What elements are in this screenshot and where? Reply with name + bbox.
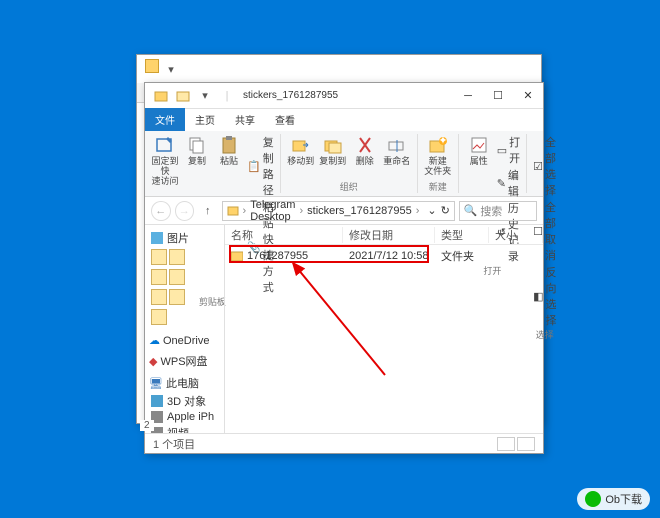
sidebar-item-apple[interactable]: Apple iPh [145, 410, 224, 424]
nav-pane[interactable]: 图片 ☁OneDrive ◆WPS网盘 🖥此电脑 3D 对象 Apple iPh… [145, 225, 225, 433]
copy-icon [186, 134, 208, 156]
file-name: 1761287955 [247, 250, 308, 262]
search-icon: 🔍 [464, 204, 478, 217]
folder-icon [145, 59, 159, 73]
file-type: 文件夹 [435, 248, 489, 264]
3d-icon [151, 395, 163, 407]
newfolder-button[interactable]: ✦新建 文件夹 [424, 134, 452, 177]
wps-icon: ◆ [149, 355, 157, 368]
folder-icon[interactable] [169, 249, 185, 265]
copy-button[interactable]: 复制 [183, 134, 211, 167]
col-type[interactable]: 类型 [435, 227, 489, 243]
watermark: Ob下载 [577, 488, 650, 510]
breadcrumb[interactable]: › Telegram Desktop › stickers_1761287955… [222, 201, 455, 221]
column-headers[interactable]: 名称 修改日期 类型 大小 [225, 225, 543, 245]
sidebar-folder-thumbs [145, 247, 224, 267]
dropdown-icon[interactable]: ⌄ [427, 204, 436, 217]
status-bar: 1 个项目 [145, 433, 543, 453]
minimize-button[interactable]: ─ [453, 83, 483, 109]
up-button[interactable]: ↑ [198, 201, 217, 221]
properties-button[interactable]: 属性 [465, 134, 493, 167]
rename-button[interactable]: 重命名 [383, 134, 411, 167]
tab-share[interactable]: 共享 [225, 108, 265, 131]
newfolder-icon: ✦ [427, 134, 449, 156]
sidebar-thispc[interactable]: 🖥此电脑 [145, 374, 224, 392]
ribbon: 固定到快 速访问 复制 粘贴 📋复制路径 📎粘贴快捷方式 剪贴板 移动 [145, 131, 543, 197]
maximize-button[interactable]: ☐ [483, 83, 513, 109]
pin-quickaccess-button[interactable]: 固定到快 速访问 [151, 134, 179, 187]
pc-icon: 🖥 [149, 377, 163, 390]
col-date[interactable]: 修改日期 [343, 227, 435, 243]
sidebar-item-video[interactable]: 视频 [145, 424, 224, 433]
open-icon: ▭ [497, 144, 507, 157]
sidebar-wps[interactable]: ◆WPS网盘 [145, 352, 224, 370]
file-list-area: 名称 修改日期 类型 大小 1761287955 2021/7/12 10:58… [225, 225, 543, 433]
cloud-icon: ☁ [149, 334, 160, 347]
moveto-icon [290, 134, 312, 156]
moveto-button[interactable]: 移动到 [287, 134, 315, 167]
file-list[interactable]: 1761287955 2021/7/12 10:58 文件夹 [225, 245, 543, 433]
check-icon: ☑ [533, 160, 543, 173]
open-button[interactable]: ▭打开 [497, 134, 520, 166]
tab-view[interactable]: 查看 [265, 108, 305, 131]
breadcrumb-part[interactable]: Telegram Desktop [250, 199, 295, 223]
delete-button[interactable]: 删除 [351, 134, 379, 167]
qat-button[interactable] [173, 86, 193, 106]
explorer-window: ▾ | stickers_1761287955 ─ ☐ ✕ 文件 主页 共享 查… [144, 82, 544, 454]
group-org-label: 组织 [340, 180, 358, 193]
select-all-button[interactable]: ☑全部选择 [533, 134, 556, 198]
folder-icon [151, 86, 171, 106]
delete-icon [354, 134, 376, 156]
ribbon-tabs: 文件 主页 共享 查看 [145, 109, 543, 131]
view-icons-button[interactable] [517, 437, 535, 451]
pictures-icon [151, 232, 163, 244]
col-size[interactable]: 大小 [489, 227, 543, 243]
tab-home[interactable]: 主页 [185, 108, 225, 131]
folder-icon[interactable] [169, 289, 185, 305]
breadcrumb-part[interactable]: stickers_1761287955 [307, 205, 412, 217]
folder-icon[interactable] [169, 269, 185, 285]
folder-icon[interactable] [151, 269, 167, 285]
tab-file[interactable]: 文件 [145, 108, 185, 131]
wechat-icon [585, 491, 601, 507]
sidebar-onedrive[interactable]: ☁OneDrive [145, 333, 224, 348]
back-button[interactable]: ← [151, 201, 171, 221]
copyto-icon [322, 134, 344, 156]
folder-icon[interactable] [151, 289, 167, 305]
titlebar: ▾ | stickers_1761287955 ─ ☐ ✕ [145, 83, 543, 109]
bg-status: 2 [140, 420, 154, 431]
file-date: 2021/7/12 10:58 [343, 250, 435, 262]
qat-separator: | [217, 86, 237, 106]
sidebar-item-pictures[interactable]: 图片 [145, 229, 224, 247]
properties-icon [468, 134, 490, 156]
group-new-label: 新建 [429, 180, 447, 193]
window-title: stickers_1761287955 [237, 90, 453, 101]
folder-icon [227, 205, 239, 217]
paste-icon [218, 134, 240, 156]
paste-button[interactable]: 粘贴 [215, 134, 243, 167]
col-name[interactable]: 名称 [225, 227, 343, 243]
sidebar-item-3d[interactable]: 3D 对象 [145, 392, 224, 410]
rename-icon [386, 134, 408, 156]
edit-icon: ✎ [497, 177, 506, 190]
copy-path-button[interactable]: 📋复制路径 [247, 134, 274, 198]
edit-button[interactable]: ✎编辑 [497, 167, 520, 199]
folder-icon[interactable] [151, 249, 167, 265]
view-details-button[interactable] [497, 437, 515, 451]
path-icon: 📋 [247, 160, 261, 173]
search-input[interactable]: 🔍 搜索 [459, 201, 537, 221]
qat-button[interactable]: ▾ [161, 59, 181, 79]
copyto-button[interactable]: 复制到 [319, 134, 347, 167]
close-button[interactable]: ✕ [513, 83, 543, 109]
svg-text:✦: ✦ [438, 135, 447, 147]
forward-button[interactable]: → [175, 201, 195, 221]
item-count: 1 个项目 [153, 436, 195, 452]
folder-icon[interactable] [151, 309, 167, 325]
qat-dropdown[interactable]: ▾ [195, 86, 215, 106]
refresh-icon[interactable]: ↻ [441, 204, 450, 217]
folder-icon [231, 250, 243, 262]
annotation-arrow [275, 255, 395, 385]
file-row[interactable]: 1761287955 2021/7/12 10:58 文件夹 [225, 247, 543, 265]
pin-icon [154, 134, 176, 156]
